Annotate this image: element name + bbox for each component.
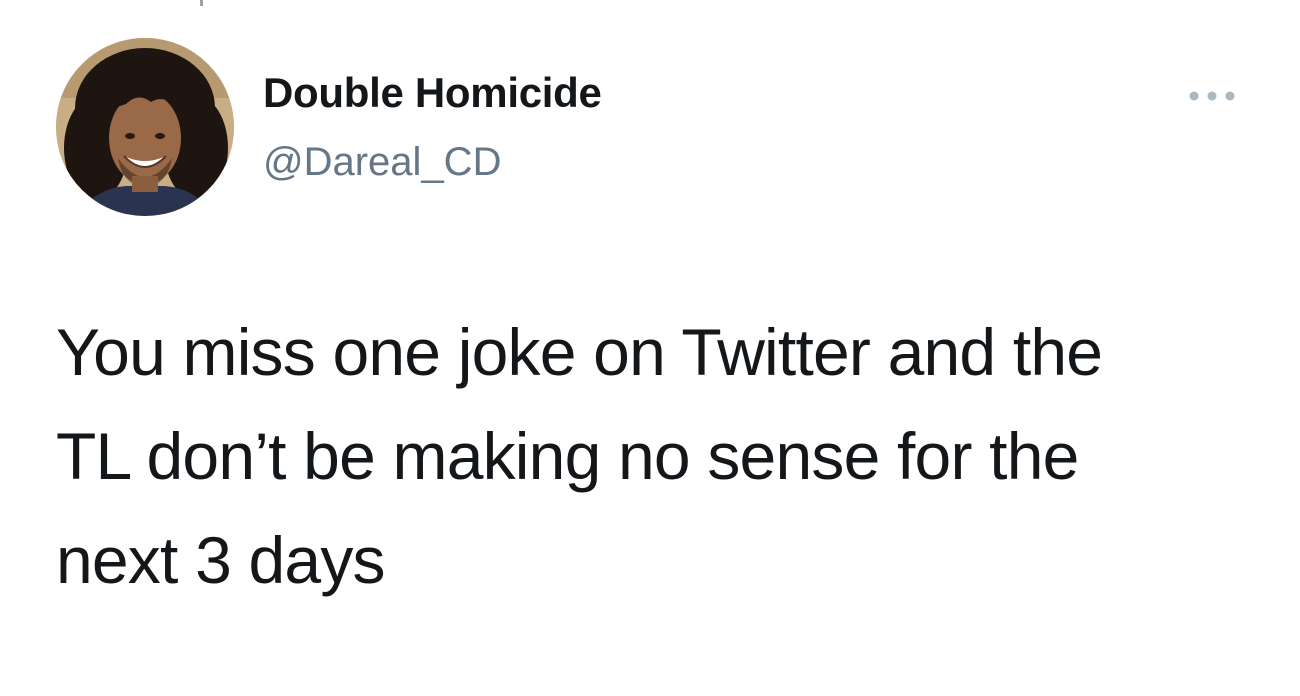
author-handle[interactable]: @Dareal_CD bbox=[263, 142, 501, 182]
more-options-button[interactable] bbox=[1180, 84, 1244, 108]
tweet-card: Double Homicide @Dareal_CD You miss one … bbox=[0, 0, 1300, 696]
avatar[interactable] bbox=[56, 38, 234, 216]
profile-photo-icon bbox=[56, 38, 234, 216]
divider-mark bbox=[200, 0, 203, 6]
author-display-name[interactable]: Double Homicide bbox=[263, 72, 602, 114]
more-options-icon bbox=[1189, 91, 1235, 101]
tweet-text-line: TL don’t be making no sense for the bbox=[56, 419, 1079, 493]
tweet-text-line: next 3 days bbox=[56, 523, 386, 597]
tweet-text: You miss one joke on Twitter and the TL … bbox=[56, 300, 1256, 612]
tweet-text-line: You miss one joke on Twitter and the bbox=[56, 315, 1103, 389]
